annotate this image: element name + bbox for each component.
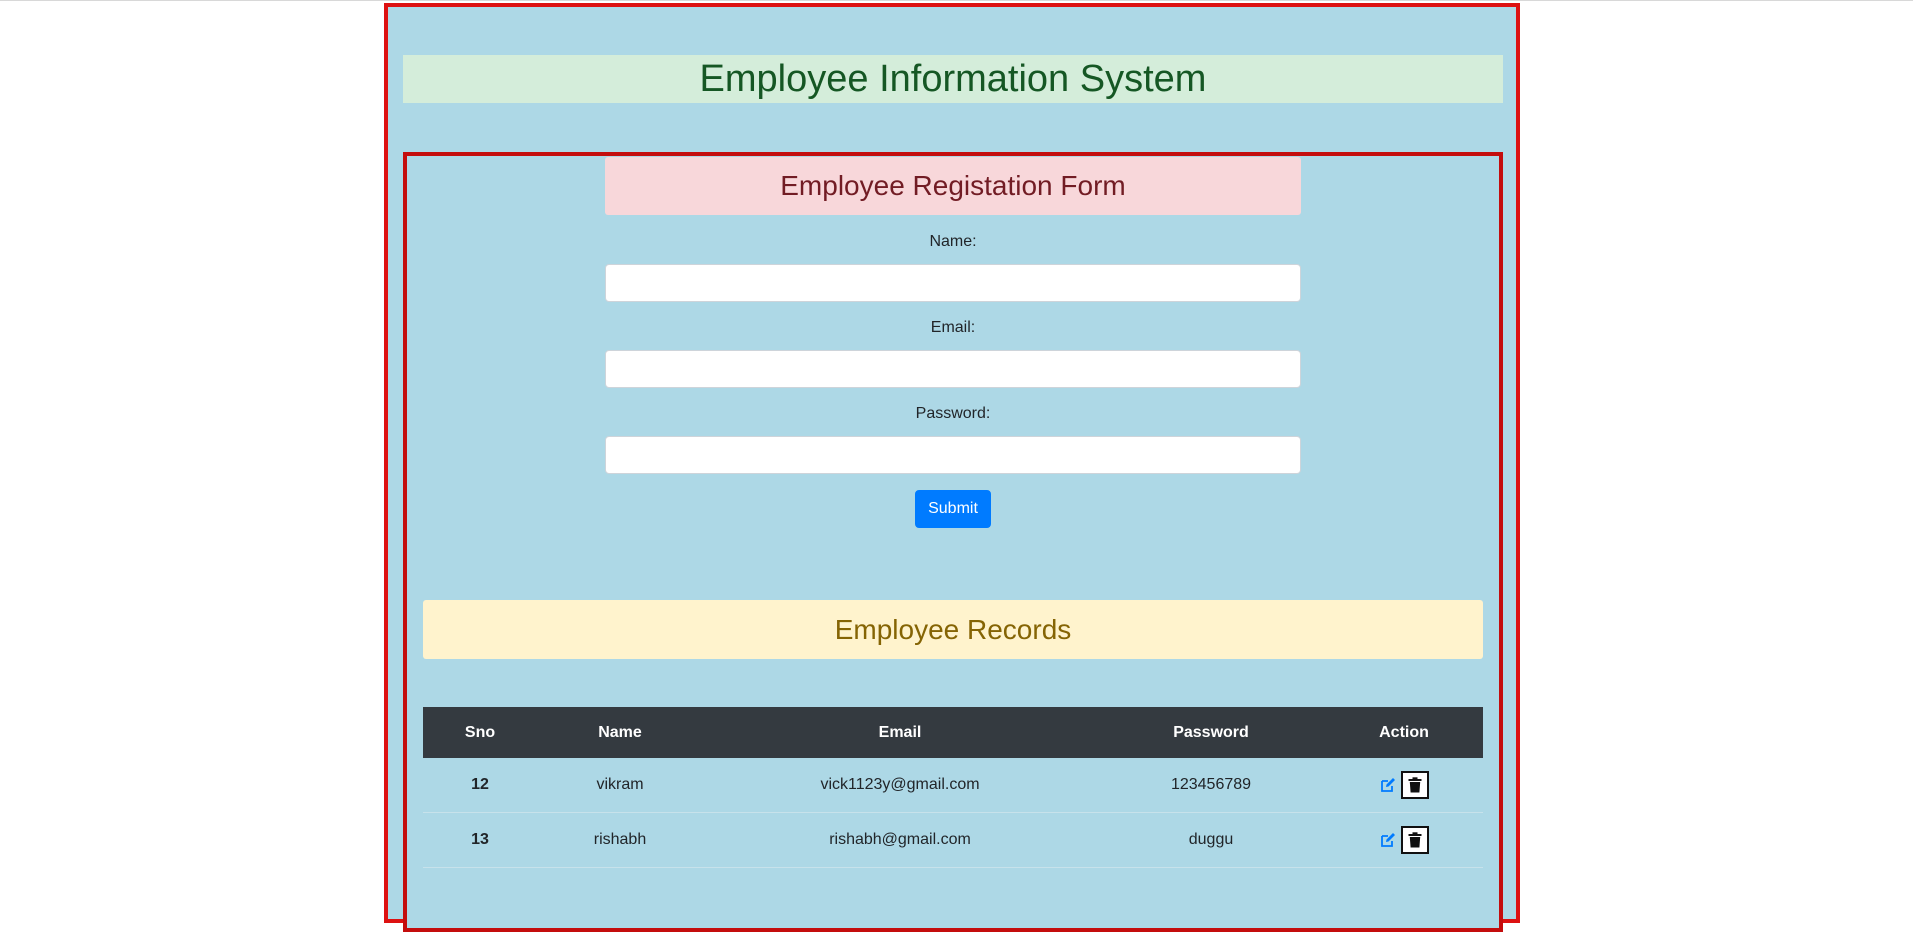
table-header-row: Sno Name Email Password Action — [423, 707, 1483, 758]
row-actions — [1325, 758, 1483, 813]
table-row: 12 vikram vick1123y@gmail.com 123456789 — [423, 758, 1483, 813]
row-sno: 13 — [423, 812, 537, 868]
employee-records-table: Sno Name Email Password Action 12 vikram… — [423, 707, 1483, 868]
records-title: Employee Records — [423, 600, 1483, 659]
column-header-name: Name — [598, 723, 642, 741]
name-input[interactable] — [605, 264, 1301, 302]
column-header-action: Action — [1379, 723, 1429, 741]
email-input[interactable] — [605, 350, 1301, 388]
edit-icon[interactable] — [1379, 831, 1397, 849]
name-label: Name: — [929, 233, 977, 250]
row-email: vick1123y@gmail.com — [703, 758, 1097, 813]
column-header-password: Password — [1173, 723, 1249, 741]
row-sno: 12 — [423, 758, 537, 813]
trash-icon[interactable] — [1401, 771, 1429, 799]
row-actions — [1325, 812, 1483, 868]
row-name: rishabh — [537, 812, 703, 868]
password-label: Password: — [915, 405, 991, 422]
row-email: rishabh@gmail.com — [703, 812, 1097, 868]
column-header-sno: Sno — [464, 723, 496, 741]
row-password: duggu — [1097, 812, 1325, 868]
submit-button[interactable]: Submit — [915, 490, 991, 528]
form-title: Employee Registation Form — [605, 157, 1301, 215]
column-header-email: Email — [878, 723, 922, 741]
email-label: Email: — [930, 319, 976, 336]
row-password: 123456789 — [1097, 758, 1325, 813]
page-title: Employee Information System — [403, 55, 1503, 103]
browser-top-divider — [0, 0, 1913, 1]
table-row: 13 rishabh rishabh@gmail.com duggu — [423, 812, 1483, 868]
password-input[interactable] — [605, 436, 1301, 474]
trash-icon[interactable] — [1401, 826, 1429, 854]
row-name: vikram — [537, 758, 703, 813]
edit-icon[interactable] — [1379, 776, 1397, 794]
